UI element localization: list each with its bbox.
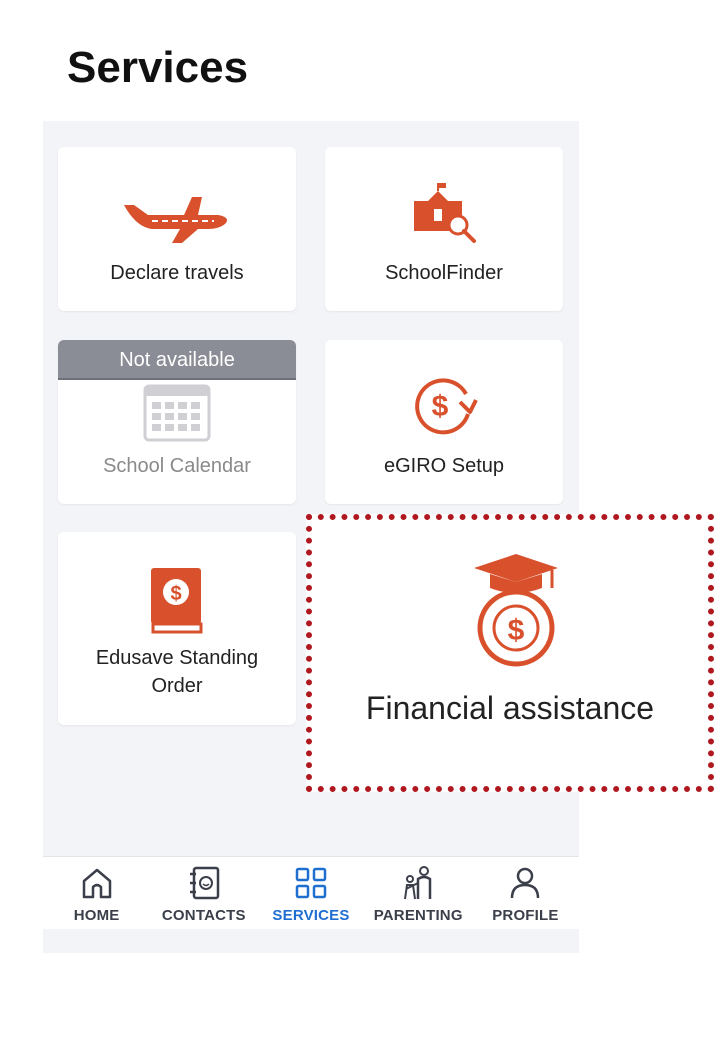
- contacts-icon: [189, 866, 220, 900]
- dollar-book-icon: $: [151, 568, 203, 634]
- page-title: Services: [67, 43, 249, 92]
- nav-label: CONTACTS: [161, 907, 246, 924]
- tile-schoolfinder[interactable]: SchoolFinder: [325, 147, 563, 311]
- tile-label: SchoolFinder: [385, 262, 503, 284]
- svg-text:$: $: [432, 390, 449, 423]
- tile-label: eGIRO Setup: [383, 455, 505, 477]
- tile-egiro-setup[interactable]: $ eGIRO Setup: [325, 340, 563, 504]
- svg-text:$: $: [508, 614, 525, 647]
- nav-parenting[interactable]: PARENTING: [365, 857, 472, 929]
- tile-label: School Calendar: [103, 455, 251, 477]
- nav-label: HOME: [73, 907, 120, 924]
- tile-edusave-standing-order[interactable]: $ Edusave Standing Order: [58, 532, 296, 725]
- school-search-icon: [414, 183, 476, 243]
- tile-declare-travels[interactable]: Declare travels: [58, 147, 296, 311]
- tile-label: Declare travels: [110, 262, 244, 284]
- nav-label: PARENTING: [373, 907, 463, 924]
- tile-label-line-1: Edusave Standing: [95, 647, 259, 669]
- tile-financial-assistance[interactable]: $ Financial assistance: [306, 514, 714, 792]
- calendar-icon: [143, 384, 211, 442]
- tile-school-calendar[interactable]: Not available School Calendar: [58, 340, 296, 504]
- nav-services[interactable]: SERVICES: [257, 857, 364, 929]
- svg-text:$: $: [170, 583, 181, 605]
- tile-label-line-2: Order: [151, 675, 203, 697]
- nav-profile[interactable]: PROFILE: [472, 857, 579, 929]
- bottom-nav: HOME CONTACTS SERVICES PARENTING PROFILE: [43, 856, 579, 929]
- dollar-refresh-icon: $: [415, 378, 478, 435]
- nav-label: PROFILE: [492, 907, 559, 924]
- profile-icon: [511, 867, 540, 899]
- grid-icon: [295, 867, 327, 899]
- nav-label: SERVICES: [272, 907, 350, 924]
- tile-label: Financial assistance: [365, 690, 655, 726]
- airplane-icon: [124, 197, 227, 243]
- parenting-icon: [404, 866, 432, 900]
- nav-home[interactable]: HOME: [43, 857, 150, 929]
- home-icon: [82, 868, 111, 899]
- nav-contacts[interactable]: CONTACTS: [150, 857, 257, 929]
- graduation-dollar-icon: $: [474, 554, 558, 667]
- not-available-banner: Not available: [58, 340, 296, 380]
